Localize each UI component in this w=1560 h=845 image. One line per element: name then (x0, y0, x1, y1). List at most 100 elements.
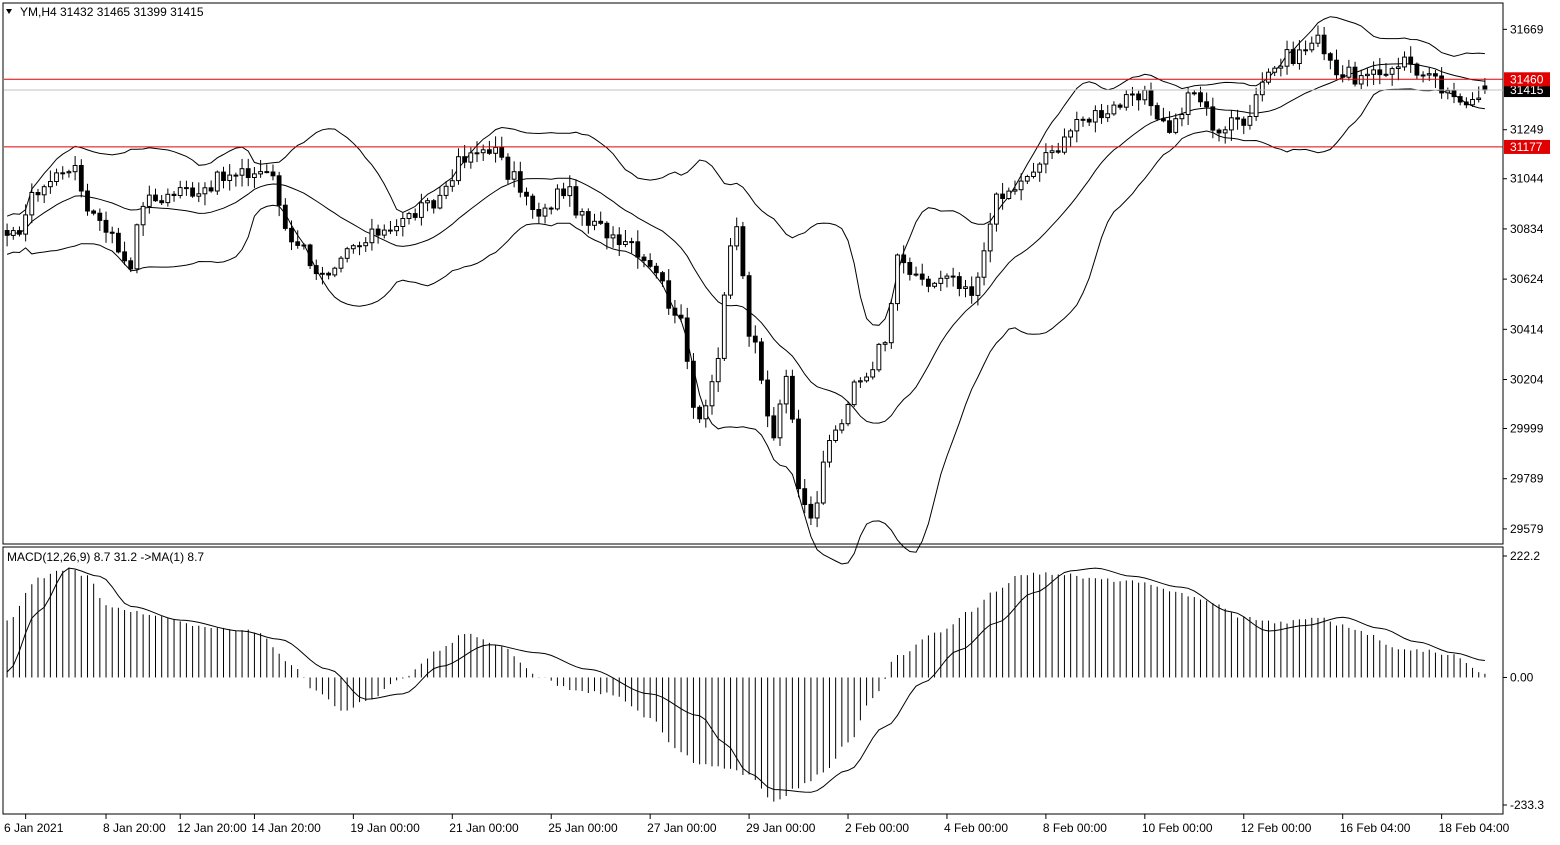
time-tick-label: 19 Jan 00:00 (350, 821, 420, 835)
candle (214, 170, 220, 195)
candle-body (1266, 71, 1271, 83)
candle-body (604, 222, 610, 239)
candle-body (524, 191, 529, 197)
candle-body (1117, 104, 1123, 108)
candle-body (536, 209, 542, 217)
candle-body (981, 250, 987, 278)
time-tick-label: 21 Jan 00:00 (449, 821, 519, 835)
candle-body (1006, 190, 1012, 200)
candle-body (431, 200, 437, 209)
candle-body (1235, 117, 1240, 120)
candle-body (140, 205, 146, 226)
candle-body (1420, 74, 1426, 77)
candle-body (289, 227, 294, 243)
macd-tick-label: 222.2 (1510, 549, 1540, 563)
candle-body (1024, 176, 1030, 182)
candle-body (171, 193, 177, 197)
candle-body (1457, 96, 1463, 103)
time-tick-label: 18 Feb 04:00 (1439, 821, 1510, 835)
candle-body (425, 200, 430, 204)
candle-body (870, 369, 876, 378)
candle-body (72, 165, 78, 173)
candle-body (227, 174, 233, 182)
candle-body (307, 244, 313, 267)
candle-body (994, 193, 999, 225)
candle-body (1352, 66, 1358, 85)
candle-body (1037, 163, 1043, 173)
candle-body (765, 379, 771, 417)
time-tick-label: 12 Feb 00:00 (1241, 821, 1312, 835)
candle-body (388, 229, 393, 232)
candle-body (752, 335, 758, 343)
candle-body (1253, 94, 1259, 117)
support-line-tag: 31177 (1504, 139, 1550, 154)
candle-body (122, 251, 127, 262)
candle-body (487, 149, 492, 154)
candle (876, 342, 882, 373)
candle-body (1191, 92, 1197, 95)
time-tick-label: 8 Jan 20:00 (103, 821, 166, 835)
time-tick-label: 29 Jan 00:00 (746, 821, 816, 835)
candle-body (1383, 73, 1389, 76)
candle-body (301, 244, 307, 247)
candle-body (746, 275, 752, 337)
candle-body (394, 226, 400, 232)
candle-body (1463, 101, 1469, 106)
candle (895, 253, 900, 311)
candle-body (1055, 150, 1061, 153)
candle-body (1185, 92, 1191, 116)
price-tick-label: 31044 (1510, 172, 1544, 186)
candle-body (1451, 90, 1457, 98)
candle-body (1105, 113, 1111, 119)
candle (759, 337, 764, 385)
candle-body (1259, 81, 1265, 96)
candle-body (48, 181, 53, 188)
candle-body (697, 406, 703, 420)
candle-body (703, 405, 709, 420)
candle-body (1309, 42, 1315, 51)
macd-tick-label: -233.3 (1510, 798, 1544, 812)
candle (134, 223, 140, 274)
macd-axis: 222.2 0.00 -233.3 (1503, 549, 1544, 812)
candle-body (610, 234, 616, 239)
candle-body (1210, 106, 1216, 131)
candle-body (159, 200, 165, 204)
price-tick-label: 31249 (1510, 123, 1544, 137)
candle-body (721, 294, 727, 359)
candle-body (1408, 56, 1414, 65)
candle-body (691, 360, 696, 408)
candle-body (517, 171, 523, 193)
candle-body (1229, 117, 1234, 131)
price-tick-label: 29579 (1510, 522, 1544, 536)
candle-body (956, 276, 962, 290)
price-tick-label: 30834 (1510, 222, 1544, 236)
candle-body (1433, 73, 1438, 77)
candle-body (1099, 110, 1104, 119)
candle-body (616, 234, 622, 245)
candle-body (480, 149, 486, 154)
candle-body (1198, 92, 1203, 103)
candle-body (78, 165, 84, 192)
time-tick-label: 2 Feb 00:00 (845, 821, 909, 835)
candle-body (728, 245, 733, 296)
chart-window[interactable]: 31669 31249 31044 30834 30624 30414 30204 29999… (0, 0, 1560, 840)
candle-body (1068, 130, 1073, 138)
candle-body (684, 317, 690, 362)
candle-body (233, 174, 239, 177)
candle-body (987, 223, 993, 252)
candle-body (1142, 89, 1148, 101)
time-tick-label: 16 Feb 04:00 (1340, 821, 1411, 835)
candle-body (443, 185, 449, 196)
candle (790, 369, 795, 423)
candle-body (1092, 110, 1098, 123)
candle-body (54, 172, 59, 182)
candle-body (567, 186, 573, 197)
candle-body (1371, 69, 1376, 75)
candle (505, 153, 511, 185)
candle (721, 291, 727, 361)
candle-body (1154, 105, 1160, 120)
candle-body (332, 267, 338, 276)
candle-body (313, 265, 319, 275)
chart-canvas[interactable]: 31669 31249 31044 30834 30624 30414 30204 29999… (0, 0, 1560, 840)
time-tick-label: 25 Jan 00:00 (548, 821, 618, 835)
